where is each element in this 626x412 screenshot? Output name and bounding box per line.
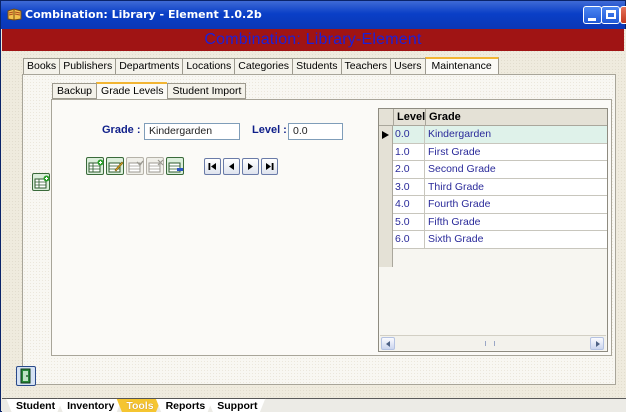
grid-row[interactable]: 6.0 Sixth Grade <box>393 231 607 249</box>
tab-maintenance[interactable]: Maintenance <box>424 57 499 75</box>
grid-cell-level: 6.0 <box>393 231 425 248</box>
tab-grade-levels[interactable]: Grade Levels <box>96 82 168 100</box>
grid-cell-grade: Third Grade <box>428 180 485 193</box>
client-area: Combination: Library-Element Books Publi… <box>2 29 626 412</box>
bottom-tabs: Student Inventory Tools Reports Support <box>6 398 260 412</box>
tab-departments[interactable]: Departments <box>115 58 183 75</box>
tab-tools[interactable]: Tools <box>116 398 161 412</box>
grip-icon <box>485 341 495 346</box>
level-input[interactable]: 0.0 <box>288 123 343 140</box>
exit-button[interactable] <box>16 366 36 386</box>
app-book-icon <box>7 8 22 21</box>
main-tab-strip: Books Publishers Departments Locations C… <box>23 57 499 75</box>
previous-record-icon <box>229 163 234 170</box>
add-button[interactable] <box>86 157 104 175</box>
grid-row[interactable]: 0.0 Kindergarden <box>393 126 607 144</box>
previous-record-button[interactable] <box>223 158 240 175</box>
column-header-level[interactable]: Level <box>393 109 425 125</box>
row-indicator-column <box>379 126 393 267</box>
app-banner: Combination: Library-Element <box>2 29 624 51</box>
horizontal-scrollbar[interactable] <box>380 335 606 350</box>
next-record-button[interactable] <box>242 158 259 175</box>
grid-cell-level: 4.0 <box>393 196 425 213</box>
grid-cell-grade: Second Grade <box>428 163 496 175</box>
delete-button[interactable] <box>166 157 184 175</box>
add-record-icon <box>88 159 104 173</box>
minimize-button[interactable] <box>583 6 602 24</box>
tab-support[interactable]: Support <box>207 398 265 412</box>
tab-student-import[interactable]: Student Import <box>167 83 247 99</box>
tab-categories[interactable]: Categories <box>234 58 293 75</box>
arrow-right-icon <box>596 341 600 347</box>
level-label: Level : <box>252 124 287 136</box>
last-record-icon <box>266 163 274 170</box>
tab-locations[interactable]: Locations <box>182 58 235 75</box>
tab-publishers[interactable]: Publishers <box>59 58 116 75</box>
app-window: Combination: Library - Element 1.0.2b Co… <box>0 0 626 412</box>
grade-levels-panel: Grade : Kindergarden Level : 0.0 Level G… <box>51 99 612 356</box>
current-row-arrow-icon <box>382 131 389 139</box>
grade-levels-grid[interactable]: Level Grade 0.0 Kindergarden 1.0 First G… <box>378 108 608 352</box>
grid-cell-grade: First Grade <box>428 145 481 158</box>
grid-row[interactable]: 1.0 First Grade <box>393 143 607 161</box>
banner-title: Combination: Library-Element <box>204 31 422 48</box>
grid-cell-level: 1.0 <box>393 143 425 161</box>
scrollbar-thumb[interactable] <box>397 337 588 350</box>
tab-books[interactable]: Books <box>23 58 60 75</box>
grid-row[interactable]: 3.0 Third Grade <box>393 178 607 196</box>
grid-cell-level: 0.0 <box>393 126 425 143</box>
close-button[interactable] <box>620 6 626 24</box>
first-record-icon <box>208 163 216 170</box>
last-record-button[interactable] <box>261 158 278 175</box>
tab-backup[interactable]: Backup <box>52 83 97 99</box>
tab-student[interactable]: Student <box>6 398 63 412</box>
grid-cell-level: 3.0 <box>393 178 425 196</box>
grid-cell-grade: Kindergarden <box>428 128 492 140</box>
add-record-icon <box>34 175 50 189</box>
edit-button[interactable] <box>106 157 124 175</box>
cancel-edit-button[interactable] <box>146 157 164 175</box>
edit-record-icon <box>108 161 124 173</box>
minimize-icon <box>588 18 596 21</box>
grade-input[interactable]: Kindergarden <box>144 123 240 140</box>
scroll-left-button[interactable] <box>381 337 395 350</box>
maximize-button[interactable] <box>601 6 620 24</box>
exit-door-icon <box>20 368 31 384</box>
maintenance-panel: Backup Grade Levels Student Import Grade… <box>22 74 616 385</box>
arrow-left-icon <box>386 341 390 347</box>
side-add-button[interactable] <box>32 173 50 191</box>
delete-record-icon <box>168 162 183 173</box>
grid-row[interactable]: 4.0 Fourth Grade <box>393 196 607 214</box>
grid-cell-level: 2.0 <box>393 161 425 178</box>
maximize-icon <box>606 10 616 19</box>
scroll-right-button[interactable] <box>590 337 604 350</box>
grade-label: Grade : <box>102 124 141 136</box>
grid-cell-grade: Fifth Grade <box>428 215 481 228</box>
tab-users[interactable]: Users <box>390 58 425 75</box>
next-record-icon <box>248 163 253 170</box>
tab-teachers[interactable]: Teachers <box>340 58 391 75</box>
grid-header: Level Grade <box>379 109 607 126</box>
sub-tab-strip: Backup Grade Levels Student Import <box>52 82 247 100</box>
grid-row[interactable]: 5.0 Fifth Grade <box>393 213 607 231</box>
grid-cell-level: 5.0 <box>393 213 425 231</box>
first-record-button[interactable] <box>204 158 221 175</box>
grid-cell-grade: Sixth Grade <box>428 233 484 245</box>
tab-reports[interactable]: Reports <box>156 398 214 412</box>
cancel-edit-icon <box>148 159 164 173</box>
tab-inventory[interactable]: Inventory <box>57 398 122 412</box>
grid-cell-grade: Fourth Grade <box>428 198 491 210</box>
save-record-icon <box>128 160 144 173</box>
grid-row[interactable]: 2.0 Second Grade <box>393 161 607 179</box>
window-title: Combination: Library - Element 1.0.2b <box>25 8 262 21</box>
save-button[interactable] <box>126 157 144 175</box>
title-bar[interactable]: Combination: Library - Element 1.0.2b <box>1 1 626 29</box>
column-header-grade[interactable]: Grade <box>425 109 607 125</box>
tab-students[interactable]: Students <box>292 58 341 75</box>
